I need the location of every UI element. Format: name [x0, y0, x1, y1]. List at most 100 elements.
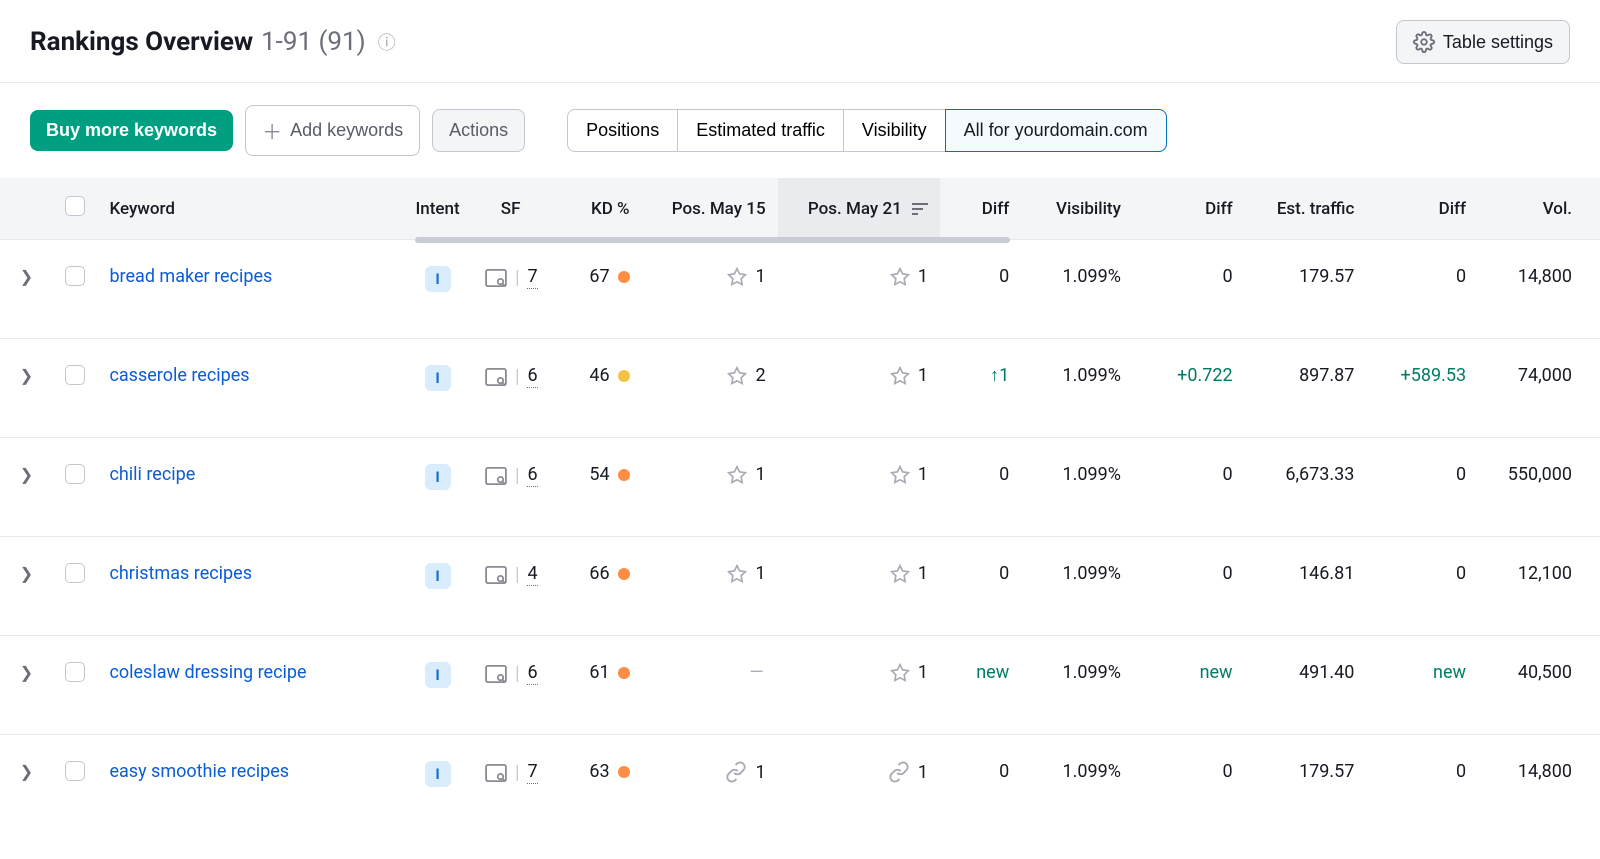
- serp-features[interactable]: | 4: [485, 563, 538, 586]
- est-traffic-value: 6,673.33: [1245, 438, 1367, 537]
- volume-value: 14,800: [1478, 735, 1600, 835]
- star-icon: [727, 366, 747, 386]
- table-row: ❯ casserole recipes I | 6 46 2 1 ↑1 1.09…: [0, 339, 1600, 438]
- kd-difficulty-dot: [618, 370, 630, 382]
- position-may21: 1: [790, 266, 928, 287]
- add-keywords-label: Add keywords: [290, 120, 403, 141]
- col-diff-est[interactable]: Diff: [1366, 178, 1478, 239]
- col-sf[interactable]: SF: [473, 178, 548, 239]
- col-diff-pos[interactable]: Diff: [940, 178, 1021, 239]
- table-settings-label: Table settings: [1443, 32, 1553, 53]
- est-traffic-value: 491.40: [1245, 636, 1367, 735]
- serp-features-icon: [485, 269, 507, 287]
- select-all-checkbox[interactable]: [65, 196, 85, 216]
- keyword-link[interactable]: christmas recipes: [109, 563, 252, 584]
- buy-keywords-button[interactable]: Buy more keywords: [30, 110, 233, 151]
- diff-est-traffic: 0: [1366, 438, 1478, 537]
- kd-value: 46: [560, 365, 629, 386]
- expand-row-icon[interactable]: ❯: [16, 465, 36, 484]
- serp-features-icon: [485, 764, 507, 782]
- serp-features[interactable]: | 7: [485, 761, 538, 784]
- kd-difficulty-dot: [618, 568, 630, 580]
- expand-row-icon[interactable]: ❯: [16, 564, 36, 583]
- link-icon: [888, 761, 910, 783]
- row-checkbox[interactable]: [65, 662, 85, 682]
- keyword-link[interactable]: coleslaw dressing recipe: [109, 662, 306, 683]
- diff-est-traffic: 0: [1366, 537, 1478, 636]
- col-diff-vis[interactable]: Diff: [1133, 178, 1245, 239]
- link-icon: [725, 761, 747, 783]
- diff-position: 0: [940, 240, 1021, 339]
- info-icon[interactable]: ⓘ: [378, 29, 396, 55]
- star-icon: [727, 564, 747, 584]
- diff-position: 0: [940, 537, 1021, 636]
- star-icon: [890, 267, 910, 287]
- star-icon: [890, 366, 910, 386]
- tab-estimated-traffic[interactable]: Estimated traffic: [677, 109, 844, 152]
- kd-difficulty-dot: [618, 667, 630, 679]
- est-traffic-value: 146.81: [1245, 537, 1367, 636]
- volume-value: 40,500: [1478, 636, 1600, 735]
- diff-visibility: 0: [1133, 735, 1245, 835]
- sort-icon: [912, 203, 928, 215]
- kd-value: 63: [560, 761, 629, 782]
- kd-difficulty-dot: [618, 766, 630, 778]
- col-visibility[interactable]: Visibility: [1021, 178, 1133, 239]
- position-may15: 2: [654, 365, 766, 386]
- expand-row-icon[interactable]: ❯: [16, 762, 36, 781]
- add-keywords-button[interactable]: ＋ Add keywords: [245, 105, 420, 156]
- row-checkbox[interactable]: [65, 365, 85, 385]
- serp-features[interactable]: | 6: [485, 464, 538, 487]
- row-checkbox[interactable]: [65, 464, 85, 484]
- volume-value: 74,000: [1478, 339, 1600, 438]
- serp-features[interactable]: | 6: [485, 365, 538, 388]
- tab-all-for-yourdomain-com[interactable]: All for yourdomain.com: [945, 109, 1167, 152]
- kd-value: 67: [560, 266, 629, 287]
- star-icon: [890, 465, 910, 485]
- serp-features[interactable]: | 7: [485, 266, 538, 289]
- expand-row-icon[interactable]: ❯: [16, 366, 36, 385]
- table-settings-button[interactable]: Table settings: [1396, 20, 1570, 64]
- toolbar: Buy more keywords ＋ Add keywords Actions…: [0, 83, 1600, 178]
- no-data-dash: —: [750, 662, 766, 683]
- col-pos-may21[interactable]: Pos. May 21: [778, 178, 940, 239]
- row-checkbox[interactable]: [65, 266, 85, 286]
- est-traffic-value: 897.87: [1245, 339, 1367, 438]
- tab-visibility[interactable]: Visibility: [843, 109, 946, 152]
- actions-button[interactable]: Actions: [432, 109, 525, 152]
- col-kd[interactable]: KD %: [548, 178, 641, 239]
- kd-value: 61: [560, 662, 629, 683]
- diff-est-traffic: +589.53: [1366, 339, 1478, 438]
- row-checkbox[interactable]: [65, 761, 85, 781]
- col-est-traffic[interactable]: Est. traffic: [1245, 178, 1367, 239]
- col-volume[interactable]: Vol.: [1478, 178, 1600, 239]
- page-header: Rankings Overview 1-91 (91) ⓘ Table sett…: [0, 0, 1600, 83]
- intent-badge: I: [425, 464, 451, 490]
- table-row: ❯ easy smoothie recipes I | 7 63 1 1 0 1…: [0, 735, 1600, 835]
- visibility-value: 1.099%: [1021, 240, 1133, 339]
- position-may21: 1: [790, 563, 928, 584]
- diff-position: 0: [940, 438, 1021, 537]
- kd-difficulty-dot: [618, 469, 630, 481]
- col-intent[interactable]: Intent: [402, 178, 473, 239]
- serp-features[interactable]: | 6: [485, 662, 538, 685]
- col-pos-may15[interactable]: Pos. May 15: [642, 178, 778, 239]
- keyword-link[interactable]: bread maker recipes: [109, 266, 272, 287]
- star-icon: [727, 267, 747, 287]
- diff-position: ↑1: [940, 339, 1021, 438]
- volume-value: 14,800: [1478, 240, 1600, 339]
- tab-positions[interactable]: Positions: [567, 109, 678, 152]
- col-keyword[interactable]: Keyword: [97, 178, 402, 239]
- position-may21: 1: [790, 662, 928, 683]
- kd-difficulty-dot: [618, 271, 630, 283]
- diff-visibility: 0: [1133, 438, 1245, 537]
- keyword-link[interactable]: chili recipe: [109, 464, 195, 485]
- visibility-value: 1.099%: [1021, 735, 1133, 835]
- expand-row-icon[interactable]: ❯: [16, 663, 36, 682]
- keyword-link[interactable]: easy smoothie recipes: [109, 761, 289, 782]
- table-row: ❯ chili recipe I | 6 54 1 1 0 1.099% 0 6…: [0, 438, 1600, 537]
- row-checkbox[interactable]: [65, 563, 85, 583]
- expand-row-icon[interactable]: ❯: [16, 267, 36, 286]
- keyword-link[interactable]: casserole recipes: [109, 365, 249, 386]
- page-range: 1-91 (91): [261, 27, 366, 57]
